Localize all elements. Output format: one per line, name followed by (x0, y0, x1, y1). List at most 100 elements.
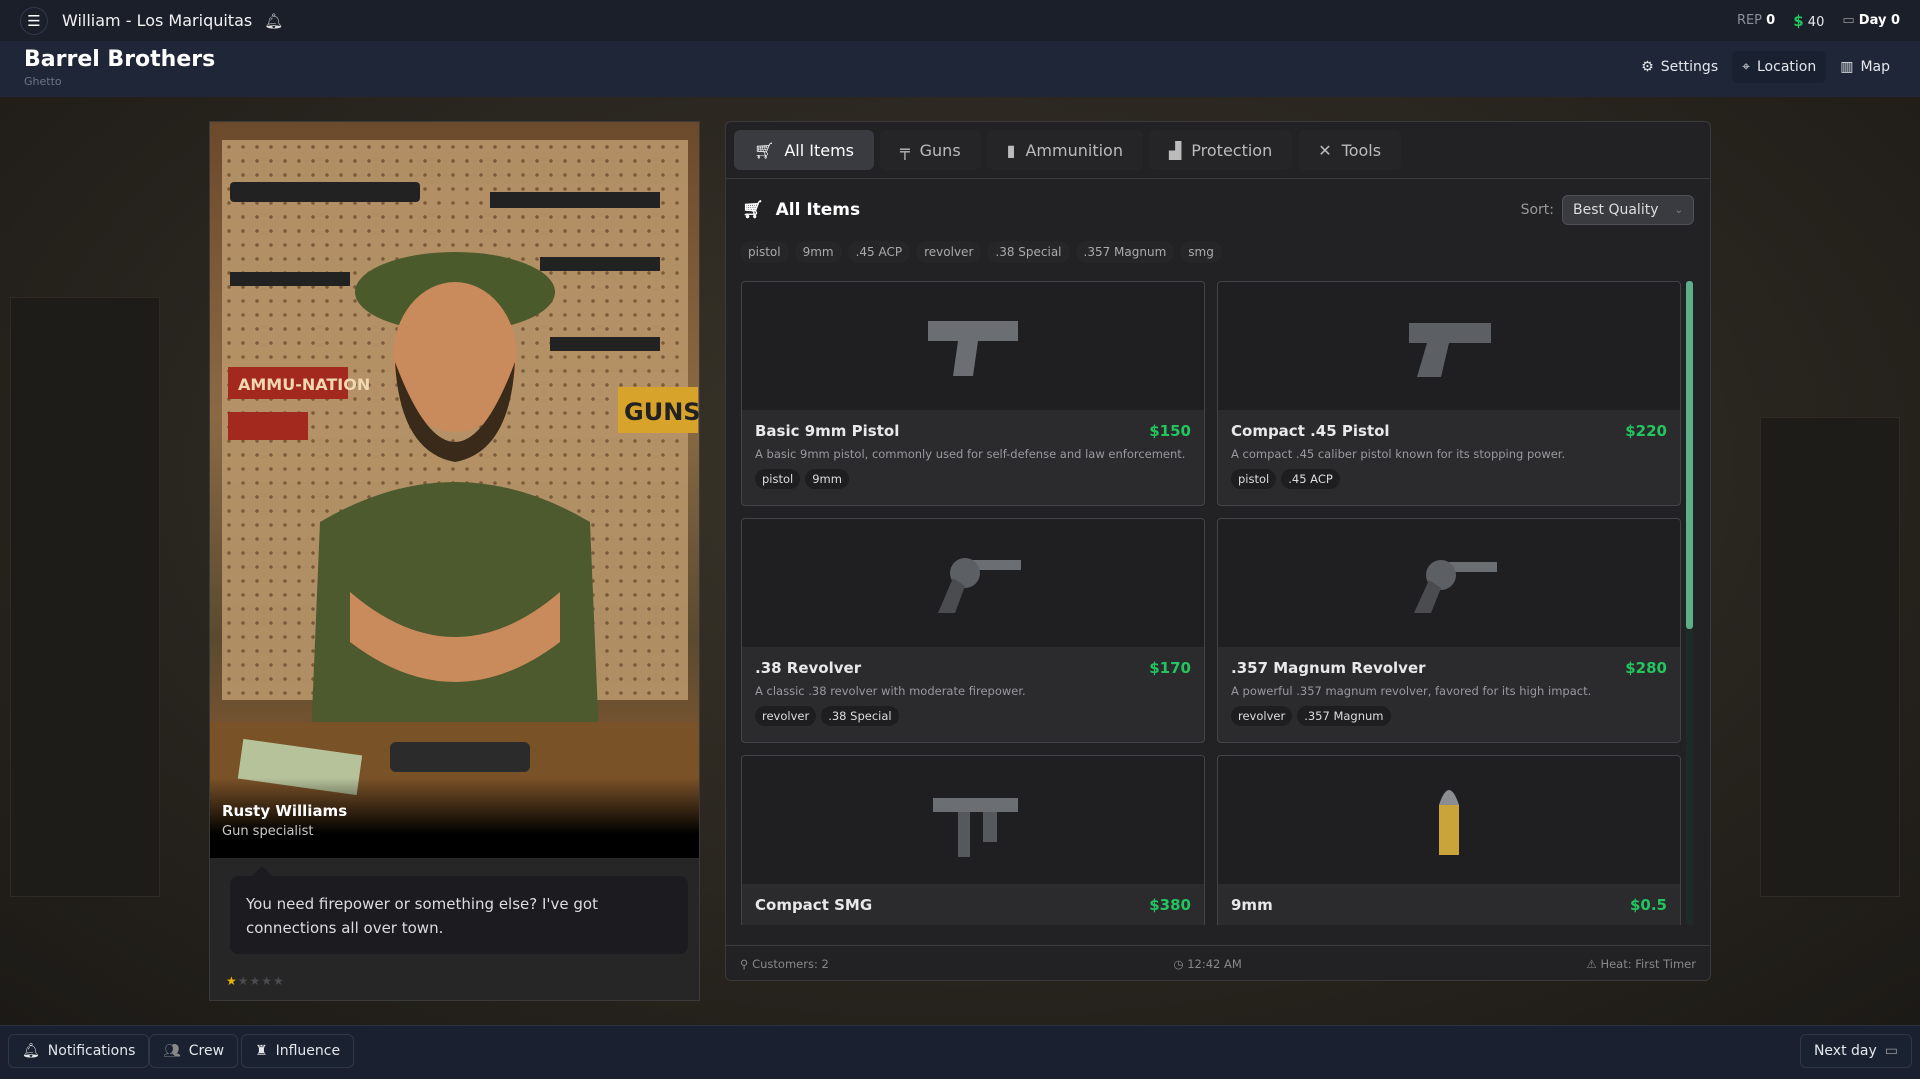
map-button[interactable]: ▥ Map (1830, 51, 1900, 83)
clock-icon: ◷ (1173, 957, 1184, 971)
crew-button[interactable]: 👥︎ Crew (149, 1034, 239, 1068)
rep-value: 0 (1766, 13, 1776, 28)
customers-status: ⚲ Customers: 2 (740, 957, 829, 971)
next-day-label: Next day (1813, 1043, 1877, 1059)
rep-label: REP (1736, 13, 1763, 28)
item-description: A classic .38 revolver with moderate fir… (755, 684, 1026, 698)
top-bar: ☰ William - Los Mariquitas 🔔︎ REP 0 $ 40… (0, 0, 1920, 41)
filter-chip[interactable]: .38 Special (987, 241, 1070, 263)
notifications-label: Notifications (47, 1043, 136, 1059)
item-name: 9mm (1231, 896, 1273, 914)
chevron-down-icon: ⌄ (1674, 204, 1683, 216)
item-card[interactable]: 9mm $0.5 (1217, 755, 1681, 925)
item-description: A basic 9mm pistol, commonly used for se… (755, 447, 1186, 461)
item-tag: pistol (755, 469, 801, 489)
district-label: Ghetto (24, 75, 62, 88)
next-day-button[interactable]: Next day ▭ (1799, 1034, 1912, 1068)
money-stat: $ 40 (1793, 12, 1824, 30)
page-title: Barrel Brothers (24, 47, 216, 72)
tab-guns[interactable]: ╤ Guns (880, 130, 981, 170)
item-name: Basic 9mm Pistol (755, 422, 900, 440)
filter-chip[interactable]: revolver (916, 241, 982, 263)
day-stat: ▭ Day 0 (1842, 13, 1900, 28)
star-filled-icon: ★ (226, 974, 238, 988)
item-grid-scrollbar[interactable] (1686, 281, 1693, 925)
influence-button[interactable]: ♜ Influence (241, 1034, 355, 1068)
tab-label: Guns (919, 140, 961, 160)
section-title: 🛒︎ All Items (742, 200, 860, 220)
crew-icon: 👥︎ (163, 1043, 181, 1059)
tab-protection[interactable]: ▟ Protection (1148, 130, 1293, 170)
heat-text: Heat: First Timer (1600, 957, 1696, 971)
sort-select[interactable]: Best Quality ⌄ (1562, 195, 1694, 225)
money-value: 40 (1807, 14, 1825, 30)
cart-icon: 🛒︎ (754, 140, 775, 160)
npc-portrait: AMMU-NATION GUNS Rusty Williams Gun spec… (210, 122, 700, 858)
stats: REP 0 $ 40 ▭ Day 0 (1737, 12, 1900, 30)
filter-chip[interactable]: 9mm (794, 241, 842, 263)
star-empty-icon: ★★★★ (237, 974, 285, 988)
tab-label: All Items (784, 140, 854, 160)
item-price: $0.5 (1629, 896, 1667, 914)
time-text: 12:42 AM (1187, 957, 1242, 971)
category-tabs: 🛒︎ All Items ╤ Guns ▮ Ammunition ▟ Protectio… (726, 122, 1710, 179)
filter-chip[interactable]: .357 Magnum (1075, 241, 1175, 263)
revolver-icon (938, 558, 1021, 613)
filter-chip[interactable]: .45 ACP (847, 241, 911, 263)
sort-value: Best Quality (1573, 202, 1659, 218)
gun-icon: ╤ (900, 140, 910, 160)
shop-status-bar: ⚲ Customers: 2 ◷ 12:42 AM ⚠ Heat: First … (726, 945, 1710, 982)
item-card[interactable]: .38 Revolver $170 A classic .38 revolver … (741, 518, 1205, 743)
item-description: A compact .45 caliber pistol known for i… (1231, 447, 1566, 461)
npc-nameplate: Rusty Williams Gun specialist (210, 778, 699, 858)
background-shelf (10, 297, 160, 897)
tab-label: Protection (1191, 140, 1273, 160)
item-price: $170 (1149, 659, 1191, 677)
tab-all-items[interactable]: 🛒︎ All Items (734, 130, 874, 170)
menu-icon[interactable]: ☰ (20, 6, 48, 35)
sort-label: Sort: (1520, 202, 1554, 218)
filter-chip[interactable]: smg (1180, 241, 1222, 263)
filter-chip[interactable]: pistol (740, 241, 789, 263)
item-tag: 9mm (805, 469, 849, 489)
item-name: .38 Revolver (755, 659, 862, 677)
player-title: William - Los Mariquitas (62, 11, 253, 30)
item-name: Compact SMG (755, 896, 873, 914)
scrollbar-thumb[interactable] (1686, 281, 1693, 629)
npc-role: Gun specialist (222, 824, 314, 839)
pistol-icon (1409, 323, 1491, 377)
item-card[interactable]: Compact .45 Pistol $220 A compact .45 cal… (1217, 281, 1681, 506)
tab-tools[interactable]: ✕ Tools (1298, 130, 1402, 170)
settings-button[interactable]: ⚙ Settings (1631, 51, 1728, 83)
gear-icon: ⚙ (1641, 59, 1654, 75)
svg-text:GUNS: GUNS (624, 398, 700, 426)
rep-stat: REP 0 (1737, 13, 1775, 28)
notifications-button[interactable]: 🔔︎ Notifications (8, 1034, 150, 1068)
ammo-icon: ▮ (1006, 140, 1016, 160)
svg-text:AMMU-NATION: AMMU-NATION (238, 375, 370, 394)
item-card[interactable]: .357 Magnum Revolver $280 A powerful .357… (1217, 518, 1681, 743)
crew-label: Crew (188, 1043, 225, 1059)
item-description: A powerful .357 magnum revolver, favored… (1231, 684, 1592, 698)
item-tag: .357 Magnum (1297, 706, 1391, 726)
item-card[interactable]: Basic 9mm Pistol $150 A basic 9mm pistol,… (741, 281, 1205, 506)
smg-icon (933, 798, 1018, 857)
tab-ammunition[interactable]: ▮ Ammunition (986, 130, 1143, 170)
warning-icon: ⚠ (1586, 957, 1597, 971)
item-price: $220 (1625, 422, 1667, 440)
heat-status: ⚠ Heat: First Timer (1586, 957, 1696, 971)
item-price: $380 (1149, 896, 1191, 914)
bell-icon[interactable]: 🔔︎ (264, 12, 283, 30)
npc-rating: ★★★★★ (226, 974, 285, 988)
location-button[interactable]: ⌖ Location (1732, 51, 1827, 83)
map-pin-icon: ⌖ (1742, 59, 1750, 75)
shop-panel: 🛒︎ All Items ╤ Guns ▮ Ammunition ▟ Protectio… (725, 121, 1711, 981)
shopkeeper-illustration: AMMU-NATION GUNS (210, 182, 700, 858)
calendar-icon: ▭ (1842, 13, 1855, 28)
item-card[interactable]: Compact SMG $380 (741, 755, 1205, 925)
item-price: $150 (1149, 422, 1191, 440)
location-label: Location (1757, 59, 1817, 75)
npc-dialogue: You need firepower or something else? I'… (230, 866, 688, 954)
settings-label: Settings (1660, 59, 1719, 75)
customers-text: Customers: 2 (752, 957, 829, 971)
